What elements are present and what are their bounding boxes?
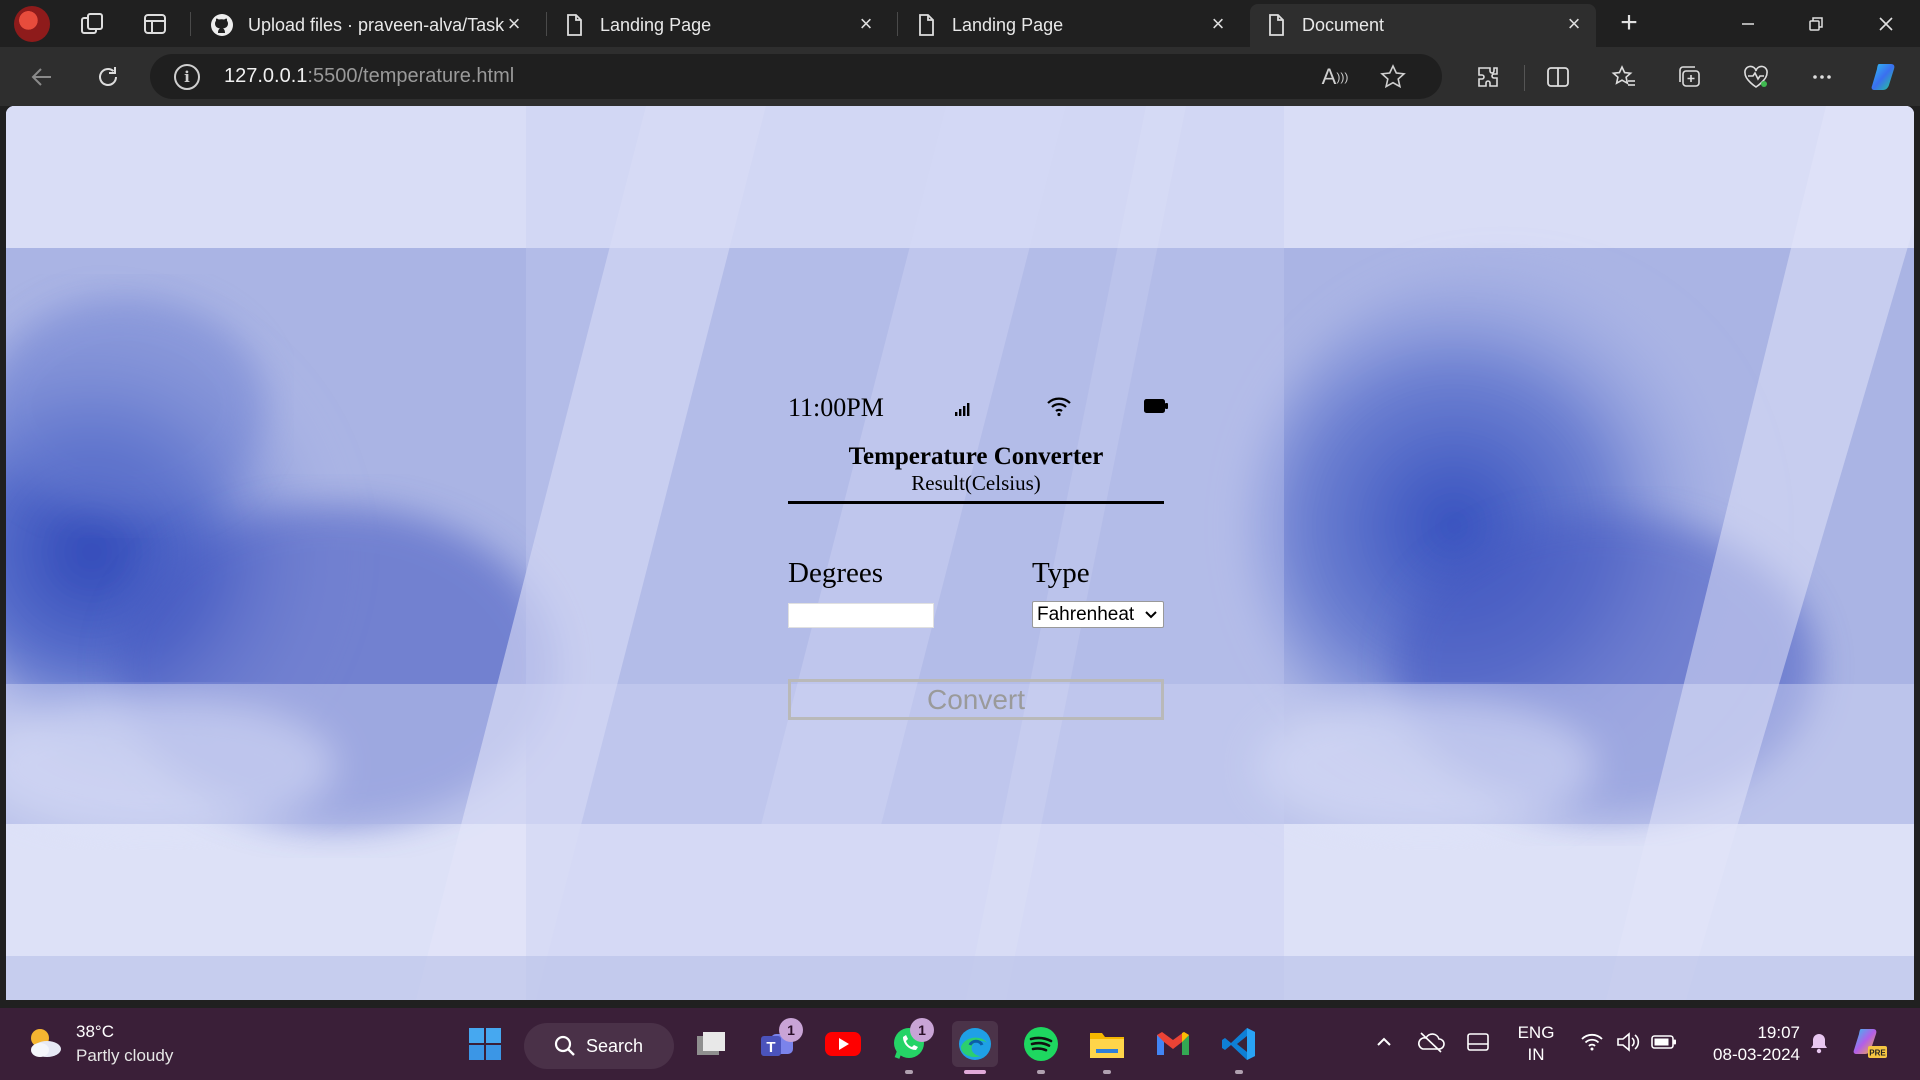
weather-partly-cloudy-icon[interactable] bbox=[24, 1022, 64, 1062]
running-indicator bbox=[1235, 1070, 1243, 1074]
running-indicator bbox=[1103, 1070, 1111, 1074]
tablet-keyboard-icon[interactable] bbox=[1464, 1030, 1492, 1054]
tab-landing-page-2[interactable]: Landing Page × bbox=[900, 4, 1240, 44]
browser-essentials-icon[interactable] bbox=[1738, 59, 1774, 95]
system-clock[interactable]: 19:07 08-03-2024 bbox=[1690, 1022, 1800, 1066]
tab-actions-icon[interactable] bbox=[137, 6, 173, 42]
notification-bell-icon[interactable] bbox=[1806, 1030, 1832, 1056]
tab-upload-files[interactable]: Upload files · praveen-alva/Task × bbox=[196, 4, 536, 44]
tab-title: Document bbox=[1302, 15, 1385, 35]
spotify-icon[interactable] bbox=[1018, 1021, 1064, 1067]
tab-title: Landing Page bbox=[600, 15, 712, 35]
restore-button[interactable] bbox=[1788, 6, 1844, 42]
tab-title: Upload files · praveen-alva/Task bbox=[248, 15, 504, 35]
gmail-icon[interactable] bbox=[1150, 1021, 1196, 1067]
volume-icon[interactable] bbox=[1614, 1030, 1642, 1054]
site-info-icon[interactable]: i bbox=[174, 64, 200, 90]
tab-separator bbox=[546, 12, 547, 36]
file-explorer-icon[interactable] bbox=[1084, 1021, 1130, 1067]
close-window-button[interactable] bbox=[1858, 6, 1914, 42]
onedrive-offline-icon[interactable] bbox=[1416, 1030, 1446, 1054]
temperature-converter-card: 11:00PM Temperature Converter Result(Cel… bbox=[788, 393, 1168, 743]
close-tab-icon[interactable]: × bbox=[502, 12, 526, 36]
windows-taskbar: 38°C Partly cloudy Search T 1 1 ENG IN 1… bbox=[0, 1008, 1920, 1080]
toolbar-separator bbox=[1524, 65, 1525, 91]
wifi-icon bbox=[1046, 395, 1072, 422]
refresh-button[interactable] bbox=[90, 59, 126, 95]
favorite-star-icon[interactable] bbox=[1378, 62, 1408, 92]
tab-separator bbox=[190, 12, 191, 36]
extensions-icon[interactable] bbox=[1470, 59, 1506, 95]
svg-text:T: T bbox=[766, 1039, 775, 1056]
workspaces-icon[interactable] bbox=[74, 6, 110, 42]
degrees-label: Degrees bbox=[788, 557, 884, 589]
signal-icon bbox=[954, 401, 972, 422]
chevron-up-icon[interactable] bbox=[1372, 1030, 1396, 1054]
wifi-icon[interactable] bbox=[1578, 1030, 1606, 1054]
more-options-icon[interactable] bbox=[1804, 59, 1840, 95]
battery-icon[interactable] bbox=[1650, 1030, 1678, 1054]
tab-title: Landing Page bbox=[952, 15, 1064, 35]
browser-toolbar: i 127.0.0.1:5500/temperature.html A))) bbox=[0, 47, 1920, 106]
url-text[interactable]: 127.0.0.1:5500/temperature.html bbox=[224, 65, 514, 88]
status-time: 11:00PM bbox=[788, 393, 884, 422]
active-app-indicator bbox=[964, 1070, 986, 1074]
task-view-icon[interactable] bbox=[688, 1021, 734, 1067]
youtube-icon[interactable] bbox=[820, 1021, 866, 1067]
search-label: Search bbox=[586, 1036, 644, 1056]
read-aloud-icon[interactable]: A))) bbox=[1320, 62, 1350, 92]
tab-separator bbox=[897, 12, 898, 36]
clock-date: 08-03-2024 bbox=[1713, 1045, 1800, 1064]
github-icon bbox=[210, 13, 234, 37]
type-label: Type bbox=[1032, 557, 1090, 589]
chevron-down-icon bbox=[1143, 604, 1159, 631]
page-icon bbox=[1264, 13, 1288, 37]
running-indicator bbox=[1037, 1070, 1045, 1074]
page-icon bbox=[562, 13, 586, 37]
address-bar[interactable]: i 127.0.0.1:5500/temperature.html A))) bbox=[150, 54, 1442, 99]
split-screen-icon[interactable] bbox=[1540, 59, 1576, 95]
back-button[interactable] bbox=[24, 59, 60, 95]
tab-document[interactable]: Document × bbox=[1250, 4, 1596, 47]
search-icon bbox=[554, 1035, 576, 1062]
weather-temperature[interactable]: 38°C bbox=[76, 1022, 114, 1042]
running-indicator bbox=[905, 1070, 913, 1074]
profile-avatar[interactable] bbox=[14, 6, 50, 42]
weather-description[interactable]: Partly cloudy bbox=[76, 1046, 173, 1066]
result-label: Result(Celsius) bbox=[911, 471, 1041, 495]
language-indicator[interactable]: ENG IN bbox=[1514, 1022, 1558, 1066]
result-underline bbox=[788, 501, 1164, 504]
favorites-icon[interactable] bbox=[1606, 59, 1642, 95]
tab-landing-page-1[interactable]: Landing Page × bbox=[548, 4, 888, 44]
vscode-icon[interactable] bbox=[1216, 1021, 1262, 1067]
browser-tab-bar: Upload files · praveen-alva/Task × Landi… bbox=[0, 0, 1920, 47]
close-tab-icon[interactable]: × bbox=[854, 12, 878, 36]
type-select[interactable]: Fahrenheat bbox=[1032, 601, 1164, 628]
teams-notification-badge: 1 bbox=[779, 1018, 803, 1042]
type-select-value: Fahrenheat bbox=[1037, 604, 1135, 625]
svg-text:PRE: PRE bbox=[1869, 1049, 1886, 1058]
minimize-button[interactable] bbox=[1720, 6, 1776, 42]
copilot-preview-icon[interactable]: PRE bbox=[1850, 1026, 1888, 1060]
close-tab-icon[interactable]: × bbox=[1206, 12, 1230, 36]
clock-time: 19:07 bbox=[1757, 1023, 1800, 1042]
taskbar-search[interactable]: Search bbox=[524, 1023, 674, 1069]
new-tab-button[interactable]: + bbox=[1613, 8, 1645, 40]
region-code: IN bbox=[1527, 1045, 1545, 1064]
page-viewport: 11:00PM Temperature Converter Result(Cel… bbox=[6, 106, 1914, 1000]
battery-icon bbox=[1144, 399, 1168, 418]
degrees-input[interactable] bbox=[788, 603, 934, 628]
convert-button[interactable]: Convert bbox=[788, 679, 1164, 720]
page-title: Temperature Converter bbox=[848, 443, 1104, 470]
close-tab-icon[interactable]: × bbox=[1562, 12, 1586, 36]
whatsapp-notification-badge: 1 bbox=[910, 1018, 934, 1042]
collections-icon[interactable] bbox=[1672, 59, 1708, 95]
edge-browser-icon[interactable] bbox=[952, 1021, 998, 1067]
windows-start-icon[interactable] bbox=[462, 1021, 508, 1067]
language-code: ENG bbox=[1517, 1023, 1555, 1042]
page-icon bbox=[914, 13, 938, 37]
copilot-icon[interactable] bbox=[1868, 59, 1904, 95]
